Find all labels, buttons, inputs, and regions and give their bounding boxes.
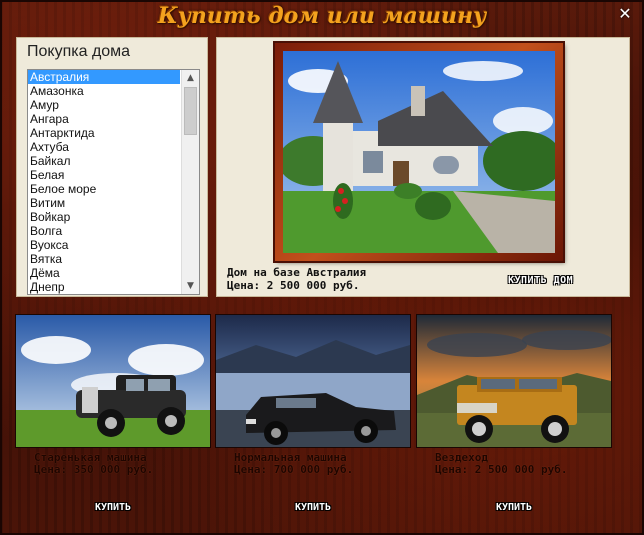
house-list-heading: Покупка дома <box>27 43 131 60</box>
car-card-offroad: Вездеход Цена: 2 500 000 руб. КУПИТЬ <box>417 315 611 525</box>
buy-car-button[interactable]: КУПИТЬ <box>16 502 210 513</box>
house-list-item[interactable]: Вуокса <box>28 238 180 252</box>
buy-house-button[interactable]: КУПИТЬ ДОМ <box>505 274 576 287</box>
house-list-item[interactable]: Днепр <box>28 280 180 294</box>
house-list-item[interactable]: Ангара <box>28 112 180 126</box>
house-list-item[interactable]: Белое море <box>28 182 180 196</box>
house-list-item[interactable]: Войкар <box>28 210 180 224</box>
house-list-item[interactable]: Вятка <box>28 252 180 266</box>
house-list-items: Австралия Амазонка Амур Ангара Антарктида Ахт… <box>28 70 180 294</box>
window-title: Купить дом или машину <box>157 3 487 29</box>
house-list-item[interactable]: Дёма <box>28 266 180 280</box>
scroll-thumb[interactable] <box>184 87 197 135</box>
car-card-old: Старенькая машина Цена: 350 000 руб. КУП… <box>16 315 210 525</box>
house-price: Цена: 2 500 000 руб. <box>227 279 360 292</box>
car-price: Цена: 2 500 000 руб. <box>435 463 568 476</box>
scroll-down-arrow-icon[interactable]: ▼ <box>182 278 199 294</box>
buy-car-button[interactable]: КУПИТЬ <box>417 502 611 513</box>
house-photo <box>283 51 555 253</box>
house-list-item[interactable]: Волга <box>28 224 180 238</box>
house-name: Дом на базе Австралия <box>227 266 367 279</box>
scroll-up-arrow-icon[interactable]: ▲ <box>182 70 199 86</box>
house-list-item[interactable]: Байкал <box>28 154 180 168</box>
car-price: Цена: 700 000 руб. <box>234 463 354 476</box>
house-description: Дом на базе Австралия Цена: 2 500 000 ру… <box>227 266 366 292</box>
car-image-old <box>16 315 210 447</box>
house-list-item[interactable]: Амазонка <box>28 84 180 98</box>
house-list-panel: Покупка дома Австралия Амазонка Амур Ангара… <box>16 37 208 297</box>
house-list-item[interactable]: Антарктида <box>28 126 180 140</box>
house-photo-frame <box>275 43 563 261</box>
close-icon[interactable]: ✕ <box>616 5 634 23</box>
house-list-item[interactable]: Австралия <box>28 70 180 84</box>
car-image-normal <box>216 315 410 447</box>
house-preview-panel: Дом на базе Австралия Цена: 2 500 000 ру… <box>216 37 630 297</box>
house-listbox[interactable]: Австралия Амазонка Амур Ангара Антарктида Ахт… <box>27 69 200 295</box>
car-price: Цена: 350 000 руб. <box>34 463 154 476</box>
car-image-offroad <box>417 315 611 447</box>
house-list-item[interactable]: Амур <box>28 98 180 112</box>
house-list-item[interactable]: Ахтуба <box>28 140 180 154</box>
buy-car-button[interactable]: КУПИТЬ <box>216 502 410 513</box>
house-list-item[interactable]: Белая <box>28 168 180 182</box>
house-list-item[interactable]: Витим <box>28 196 180 210</box>
list-scrollbar[interactable]: ▲ ▼ <box>181 70 199 294</box>
car-card-normal: Нормальная машина Цена: 700 000 руб. КУП… <box>216 315 410 525</box>
